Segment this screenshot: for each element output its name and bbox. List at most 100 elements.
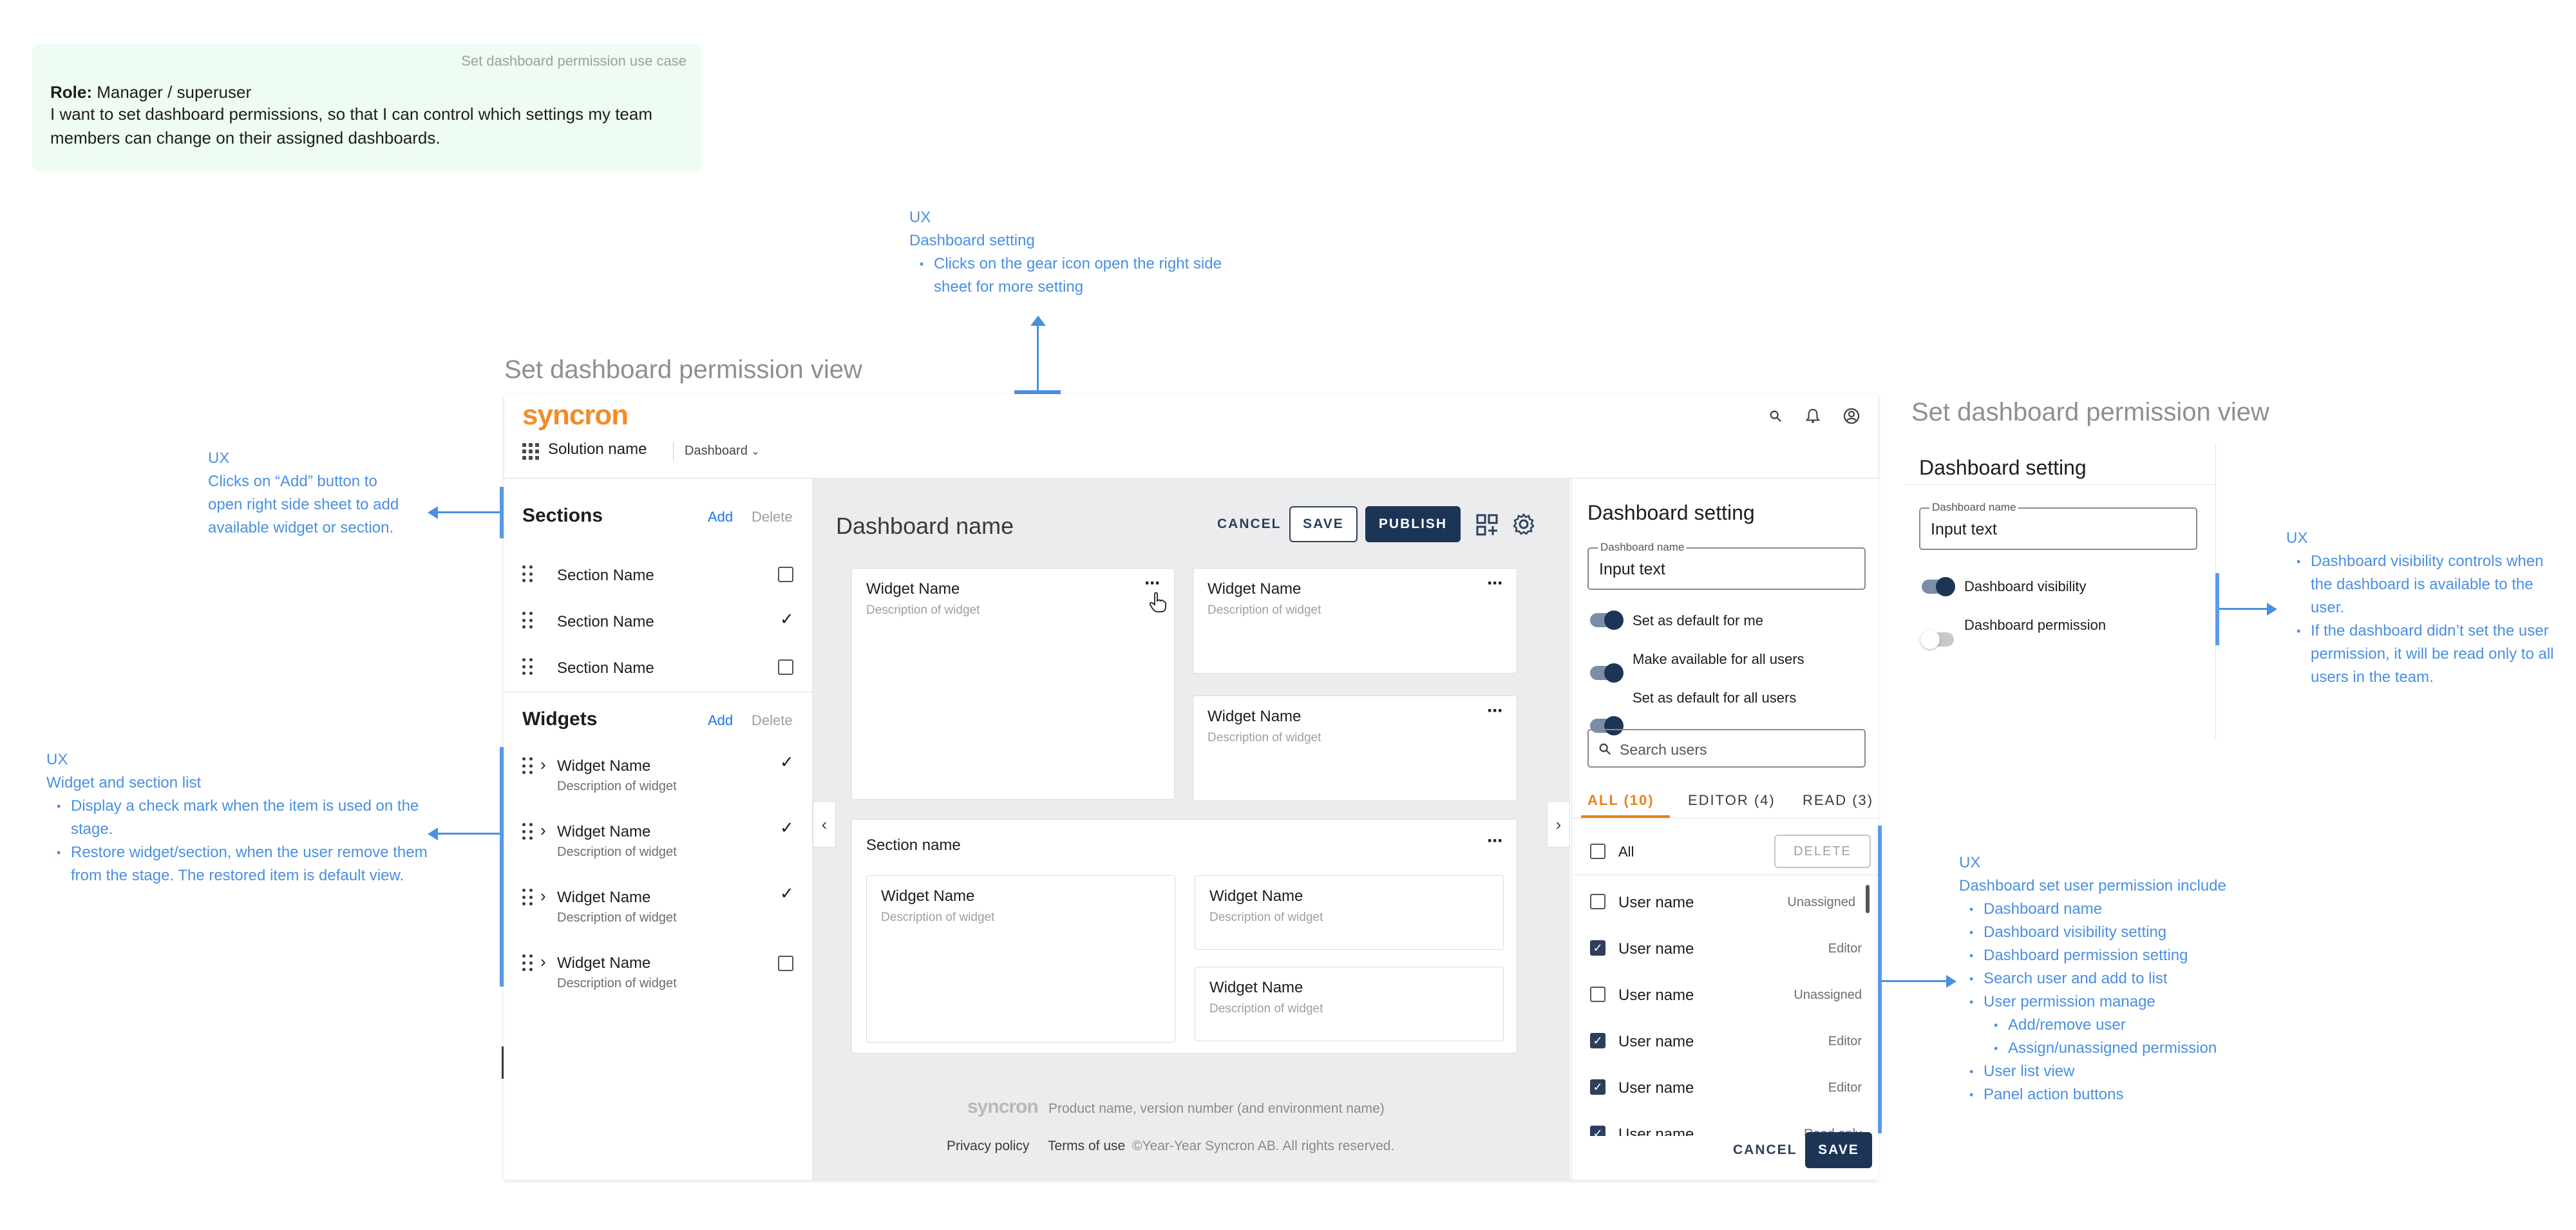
user-checkbox[interactable]: ✓ <box>1590 1033 1605 1048</box>
more-icon[interactable]: ··· <box>1487 572 1504 594</box>
widget-card[interactable]: Widget Name Description of widget ··· <box>851 568 1175 800</box>
user-checkbox[interactable] <box>1590 987 1605 1002</box>
default-for-me-toggle[interactable] <box>1590 610 1624 630</box>
widget-row[interactable]: › Widget Name Description of widget ✓ <box>504 815 812 880</box>
note-bullets: Dashboard visibility controls when the d… <box>2286 550 2557 689</box>
account-icon[interactable] <box>1843 408 1860 424</box>
cancel-button[interactable]: CANCEL <box>1217 516 1282 532</box>
widget-row[interactable]: › Widget Name Description of widget ✓ <box>504 750 812 814</box>
arrow-head-left-icon <box>428 506 438 519</box>
widget-card[interactable]: Widget Name Description of widget <box>1195 875 1504 950</box>
section-row[interactable]: Section Name <box>504 645 812 690</box>
collapse-right-button[interactable]: › <box>1547 801 1570 847</box>
user-checkbox[interactable]: ✓ <box>1590 1079 1605 1095</box>
user-role[interactable]: Editor <box>1828 941 1862 956</box>
widgets-heading: Widgets <box>522 708 598 730</box>
widget-card[interactable]: Widget Name Description of widget <box>866 875 1175 1043</box>
dashboard-visibility-toggle[interactable] <box>1922 577 1955 596</box>
note-permission-arrow <box>1882 980 1949 982</box>
drag-handle-icon[interactable] <box>522 954 533 972</box>
section-checkbox[interactable] <box>778 567 793 582</box>
section-row[interactable]: Section Name <box>504 553 812 598</box>
widget-name: Widget Name <box>866 580 960 598</box>
search-icon[interactable] <box>1768 409 1783 423</box>
note-bullet: Restore widget/section, when the user re… <box>57 841 433 887</box>
dashboard-name-field[interactable]: Dashboard name Input text <box>1587 541 1866 590</box>
drag-handle-icon[interactable] <box>522 889 533 907</box>
widget-row[interactable]: › Widget Name Description of widget <box>504 947 812 1011</box>
user-row[interactable]: ✓ User name Editor <box>1572 1017 1879 1064</box>
section-checkbox[interactable] <box>778 659 793 675</box>
sections-add-button[interactable]: Add <box>708 509 733 525</box>
tab-all[interactable]: ALL (10) <box>1587 792 1654 809</box>
available-all-users-toggle[interactable] <box>1590 663 1624 683</box>
chevron-right-icon[interactable]: › <box>540 820 546 840</box>
panel-save-button[interactable]: SAVE <box>1805 1132 1872 1168</box>
syncron-logo: syncron <box>522 399 629 431</box>
widget-checkbox[interactable] <box>778 956 793 971</box>
more-icon[interactable]: ··· <box>1144 572 1161 594</box>
chevron-right-icon[interactable]: › <box>540 952 546 972</box>
terms-of-use-link[interactable]: Terms of use <box>1048 1139 1125 1154</box>
user-name: User name <box>1618 894 1694 911</box>
collapse-left-button[interactable]: ‹ <box>813 801 836 847</box>
dashboard-select[interactable]: Dashboard ⌄ <box>685 444 760 459</box>
chevron-right-icon[interactable]: › <box>540 755 546 775</box>
more-icon[interactable]: ··· <box>1487 700 1504 722</box>
apps-grid-icon[interactable] <box>522 443 539 460</box>
save-button[interactable]: SAVE <box>1289 506 1358 542</box>
widget-card[interactable]: Widget Name Description of widget ··· <box>1193 568 1517 674</box>
publish-button[interactable]: PUBLISH <box>1365 506 1461 542</box>
user-checkbox[interactable]: ✓ <box>1590 1126 1605 1136</box>
arrow-head-up-icon <box>1030 316 1046 326</box>
tab-read[interactable]: READ (3) <box>1803 792 1873 809</box>
user-role[interactable]: Editor <box>1828 1081 1862 1095</box>
widget-card[interactable]: Widget Name Description of widget ··· <box>1193 695 1517 801</box>
section-name: Section Name <box>557 613 654 630</box>
sidebar: Sections Add Delete Section Name Section… <box>504 479 813 1180</box>
user-row[interactable]: User name Unassigned <box>1572 878 1879 925</box>
drag-handle-icon[interactable] <box>522 565 533 583</box>
user-row[interactable]: ✓ User name Editor <box>1572 925 1879 971</box>
use-case-card: Set dashboard permission use case Role: … <box>32 44 702 171</box>
widgets-add-button[interactable]: Add <box>708 712 733 729</box>
gear-icon[interactable] <box>1512 513 1535 536</box>
preview-name-field[interactable]: Dashboard name Input text <box>1919 501 2197 550</box>
sections-delete-button[interactable]: Delete <box>752 509 793 525</box>
user-role[interactable]: Unassigned <box>1787 895 1855 910</box>
more-icon[interactable]: ··· <box>1487 830 1504 852</box>
user-row[interactable]: User name Unassigned <box>1572 971 1879 1017</box>
widget-row[interactable]: › Widget Name Description of widget ✓ <box>504 881 812 945</box>
chevron-right-icon[interactable]: › <box>540 886 546 906</box>
note-title: Widget and section list <box>46 774 202 791</box>
note-gear-arrow <box>1037 322 1039 394</box>
widgets-delete-button[interactable]: Delete <box>752 712 793 729</box>
drag-handle-icon[interactable] <box>522 757 533 775</box>
dashboard-permission-toggle[interactable] <box>1920 630 1954 649</box>
user-role[interactable]: Unassigned <box>1794 988 1862 1003</box>
panel-cancel-button[interactable]: CANCEL <box>1733 1142 1797 1158</box>
add-widget-icon[interactable] <box>1476 514 1498 536</box>
widget-description: Description of widget <box>881 911 995 924</box>
sections-heading: Sections <box>522 505 603 526</box>
user-role[interactable]: Editor <box>1828 1034 1862 1049</box>
tab-editor[interactable]: EDITOR (4) <box>1688 792 1776 809</box>
user-checkbox[interactable] <box>1590 894 1605 909</box>
user-row[interactable]: ✓ User name Editor <box>1572 1064 1879 1110</box>
select-all-checkbox[interactable] <box>1590 844 1605 859</box>
privacy-policy-link[interactable]: Privacy policy <box>947 1139 1029 1154</box>
select-all-label: All <box>1618 844 1634 860</box>
user-checkbox[interactable]: ✓ <box>1590 940 1605 956</box>
user-list-scrollbar[interactable] <box>1866 885 1870 913</box>
drag-handle-icon[interactable] <box>522 823 533 841</box>
note-tag: UX <box>46 751 68 768</box>
user-name: User name <box>1618 1079 1694 1097</box>
search-users-input[interactable]: Search users <box>1587 729 1866 768</box>
section-row[interactable]: Section Name ✓ <box>504 599 812 644</box>
drag-handle-icon[interactable] <box>522 658 533 676</box>
delete-users-button[interactable]: DELETE <box>1774 835 1871 868</box>
widget-card[interactable]: Widget Name Description of widget <box>1195 967 1504 1041</box>
drag-handle-icon[interactable] <box>522 612 533 630</box>
section-card[interactable]: Section name ··· Widget Name Description… <box>851 819 1517 1054</box>
bell-icon[interactable] <box>1806 408 1820 424</box>
